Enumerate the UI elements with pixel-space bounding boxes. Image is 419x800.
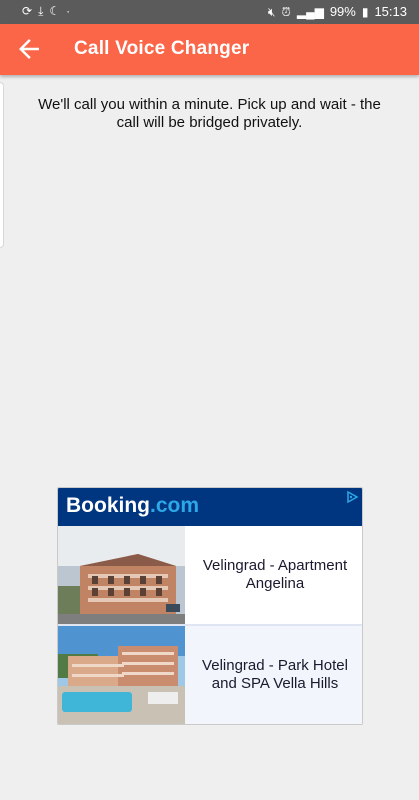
booking-ad[interactable]: Booking.com Velingrad - Apartment Angeli… — [57, 487, 363, 725]
side-panel-edge[interactable] — [0, 82, 4, 248]
status-bar: ⟳ ⤓ ☾ · 🔇︎ ⏰︎ ▂▄▆ 99% ▮ 15:13 — [0, 0, 419, 24]
adchoices-icon[interactable] — [345, 490, 359, 504]
mute-icon: 🔇︎ — [267, 4, 276, 19]
moon-icon: ☾ — [49, 4, 61, 18]
download-icon: ⤓ — [38, 4, 44, 18]
listing-name: Velingrad - Park Hotel and SPA Vella Hil… — [202, 657, 348, 692]
status-icons-right: 🔇︎ ⏰︎ ▂▄▆ 99% ▮ 15:13 — [268, 4, 407, 19]
clock: 15:13 — [374, 4, 407, 19]
call-info-message: We'll call you within a minute. Pick up … — [38, 96, 381, 131]
page-title: Call Voice Changer — [74, 38, 250, 59]
sync-icon: ⟳ — [22, 4, 33, 18]
hotel-photo — [58, 526, 185, 624]
ad-header: Booking.com — [58, 488, 362, 526]
listing-name: Velingrad - Apartment Angelina — [202, 557, 348, 592]
signal-icon: ▂▄▆ — [296, 4, 324, 19]
battery-percent: 99% — [329, 4, 356, 19]
dot-icon: · — [66, 4, 71, 18]
back-button[interactable] — [14, 34, 44, 64]
arrow-back-icon — [19, 39, 39, 59]
ad-listing[interactable]: Velingrad - Park Hotel and SPA Vella Hil… — [58, 626, 362, 724]
status-icons-left: ⟳ ⤓ ☾ · — [22, 4, 70, 18]
ad-listing[interactable]: Velingrad - Apartment Angelina — [58, 526, 362, 624]
battery-icon: ▮ — [361, 4, 369, 19]
booking-logo: Booking.com — [66, 494, 200, 517]
app-bar: Call Voice Changer — [0, 24, 419, 75]
hotel-photo — [58, 626, 185, 724]
alarm-icon: ⏰︎ — [281, 4, 291, 19]
